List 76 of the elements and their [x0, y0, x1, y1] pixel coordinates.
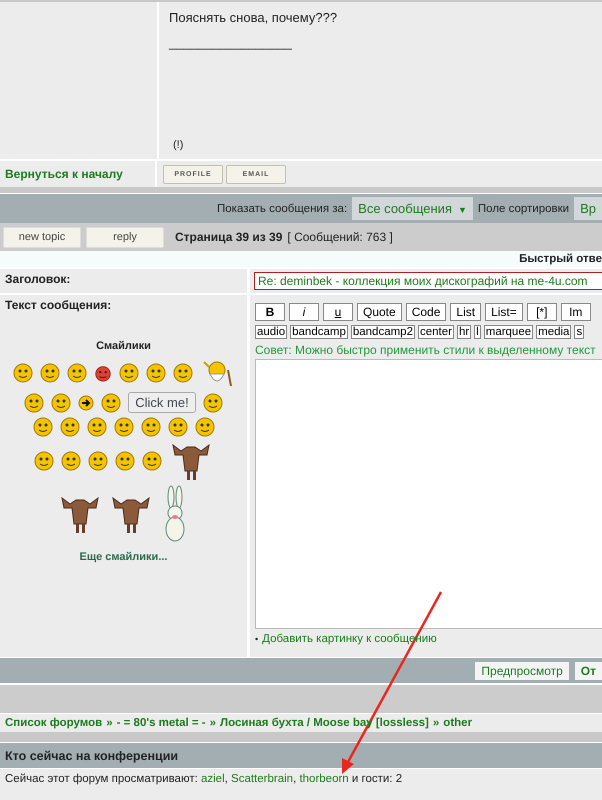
bullet-icon: •: [255, 634, 258, 644]
sort-field-label: Поле сортировки: [478, 202, 570, 214]
smiley-icon[interactable]: [86, 417, 106, 437]
format-button[interactable]: List=: [485, 303, 523, 321]
post-count: [ Сообщений: 763 ]: [287, 230, 393, 244]
tag-button[interactable]: s: [574, 325, 584, 339]
report-link[interactable]: (!): [169, 139, 592, 151]
page-indicator: Страница 39 из 39: [175, 230, 282, 244]
online-users-text: Сейчас этот форум просматривают: aziel, Scatterbrain, thorbeorn и гости: 2: [0, 768, 602, 789]
tag-button[interactable]: center: [418, 325, 454, 339]
subject-label: Заголовок:: [5, 272, 70, 286]
smiley-icon[interactable]: [88, 451, 108, 471]
smiley-icon[interactable]: [13, 363, 33, 383]
post-text: _________________: [169, 35, 293, 50]
smiley-icon[interactable]: [194, 417, 214, 437]
user-link[interactable]: thorbeorn: [299, 773, 349, 785]
sort-field-dropdown[interactable]: Вр: [574, 197, 602, 220]
more-smilies-link[interactable]: Еще смайлики...: [80, 551, 168, 563]
smiley-icon[interactable]: [40, 363, 60, 383]
tag-button[interactable]: media: [536, 325, 572, 339]
submit-button[interactable]: Предпросмотр: [475, 662, 569, 680]
post-text: Пояснять снова, почему???: [169, 10, 338, 25]
format-button[interactable]: Code: [406, 303, 446, 321]
smiley-icon[interactable]: [67, 363, 87, 383]
smiley-icon[interactable]: [32, 417, 52, 437]
tag-button[interactable]: l: [474, 325, 481, 339]
breadcrumb-link[interactable]: Список форумов: [5, 717, 102, 729]
breadcrumb-separator: »: [432, 717, 440, 729]
smiley-icon[interactable]: [146, 363, 166, 383]
format-button[interactable]: B: [255, 303, 285, 321]
smiley-icon[interactable]: [51, 392, 72, 412]
format-button[interactable]: [*]: [526, 303, 557, 321]
format-button[interactable]: u: [323, 303, 353, 321]
format-button[interactable]: List: [450, 303, 482, 321]
breadcrumb-link[interactable]: - = 80's metal = -: [116, 717, 206, 729]
quick-reply-heading: Быстрый отве: [0, 251, 602, 267]
smiley-icon[interactable]: [34, 451, 54, 471]
tag-button[interactable]: hr: [456, 325, 472, 339]
tag-button[interactable]: audio: [255, 325, 288, 339]
smiley-icon[interactable]: [24, 392, 44, 412]
tag-button[interactable]: marquee: [484, 325, 534, 339]
arrow-smiley-icon[interactable]: [78, 394, 94, 410]
submit-button[interactable]: От: [574, 662, 602, 680]
smiley-icon[interactable]: [142, 451, 162, 471]
tag-button[interactable]: bandcamp2: [350, 325, 415, 339]
online-heading: Кто сейчас на конференции: [0, 742, 602, 768]
back-to-top-link[interactable]: Вернуться к началу: [5, 167, 123, 181]
topic-action-button[interactable]: new topic: [3, 226, 81, 248]
smiley-icon[interactable]: [101, 392, 122, 412]
smiley-icon[interactable]: [140, 417, 160, 437]
tag-button[interactable]: bandcamp: [290, 325, 348, 339]
format-button[interactable]: i: [289, 303, 319, 321]
breadcrumb-link[interactable]: other: [443, 717, 472, 729]
smiley-icon[interactable]: [115, 451, 135, 471]
smiley-icon[interactable]: [173, 363, 193, 383]
format-button[interactable]: Im: [560, 303, 591, 321]
devil-smiley-icon[interactable]: [94, 364, 112, 382]
tip-text: Совет: Можно быстро применить стили к выделенному текст: [255, 343, 597, 357]
message-label: Текст сообщения:: [5, 298, 112, 312]
smiley-icon[interactable]: [119, 363, 139, 383]
format-button[interactable]: Quote: [357, 303, 402, 321]
smilies-title: Смайлики: [96, 340, 151, 352]
breadcrumb-separator: »: [106, 717, 113, 729]
show-posts-label: Показать сообщения за:: [217, 202, 348, 214]
smiley-icon[interactable]: [168, 417, 188, 437]
show-posts-dropdown[interactable]: Все сообщения ▼: [352, 197, 473, 220]
smiley-icon[interactable]: [61, 451, 81, 471]
user-link[interactable]: aziel: [200, 773, 225, 785]
smiley-icon[interactable]: [60, 417, 80, 437]
smiley-icon[interactable]: [114, 417, 134, 437]
topic-action-button[interactable]: reply: [86, 226, 164, 248]
click-me-button[interactable]: Click me!: [128, 392, 196, 413]
breadcrumb-separator: »: [210, 717, 216, 729]
smiley-icon[interactable]: [202, 392, 223, 412]
subject-field[interactable]: Re: deminbek - коллекция моих дискографий на me-4u.com: [254, 272, 602, 290]
user-link[interactable]: Scatterbrain: [231, 773, 294, 785]
